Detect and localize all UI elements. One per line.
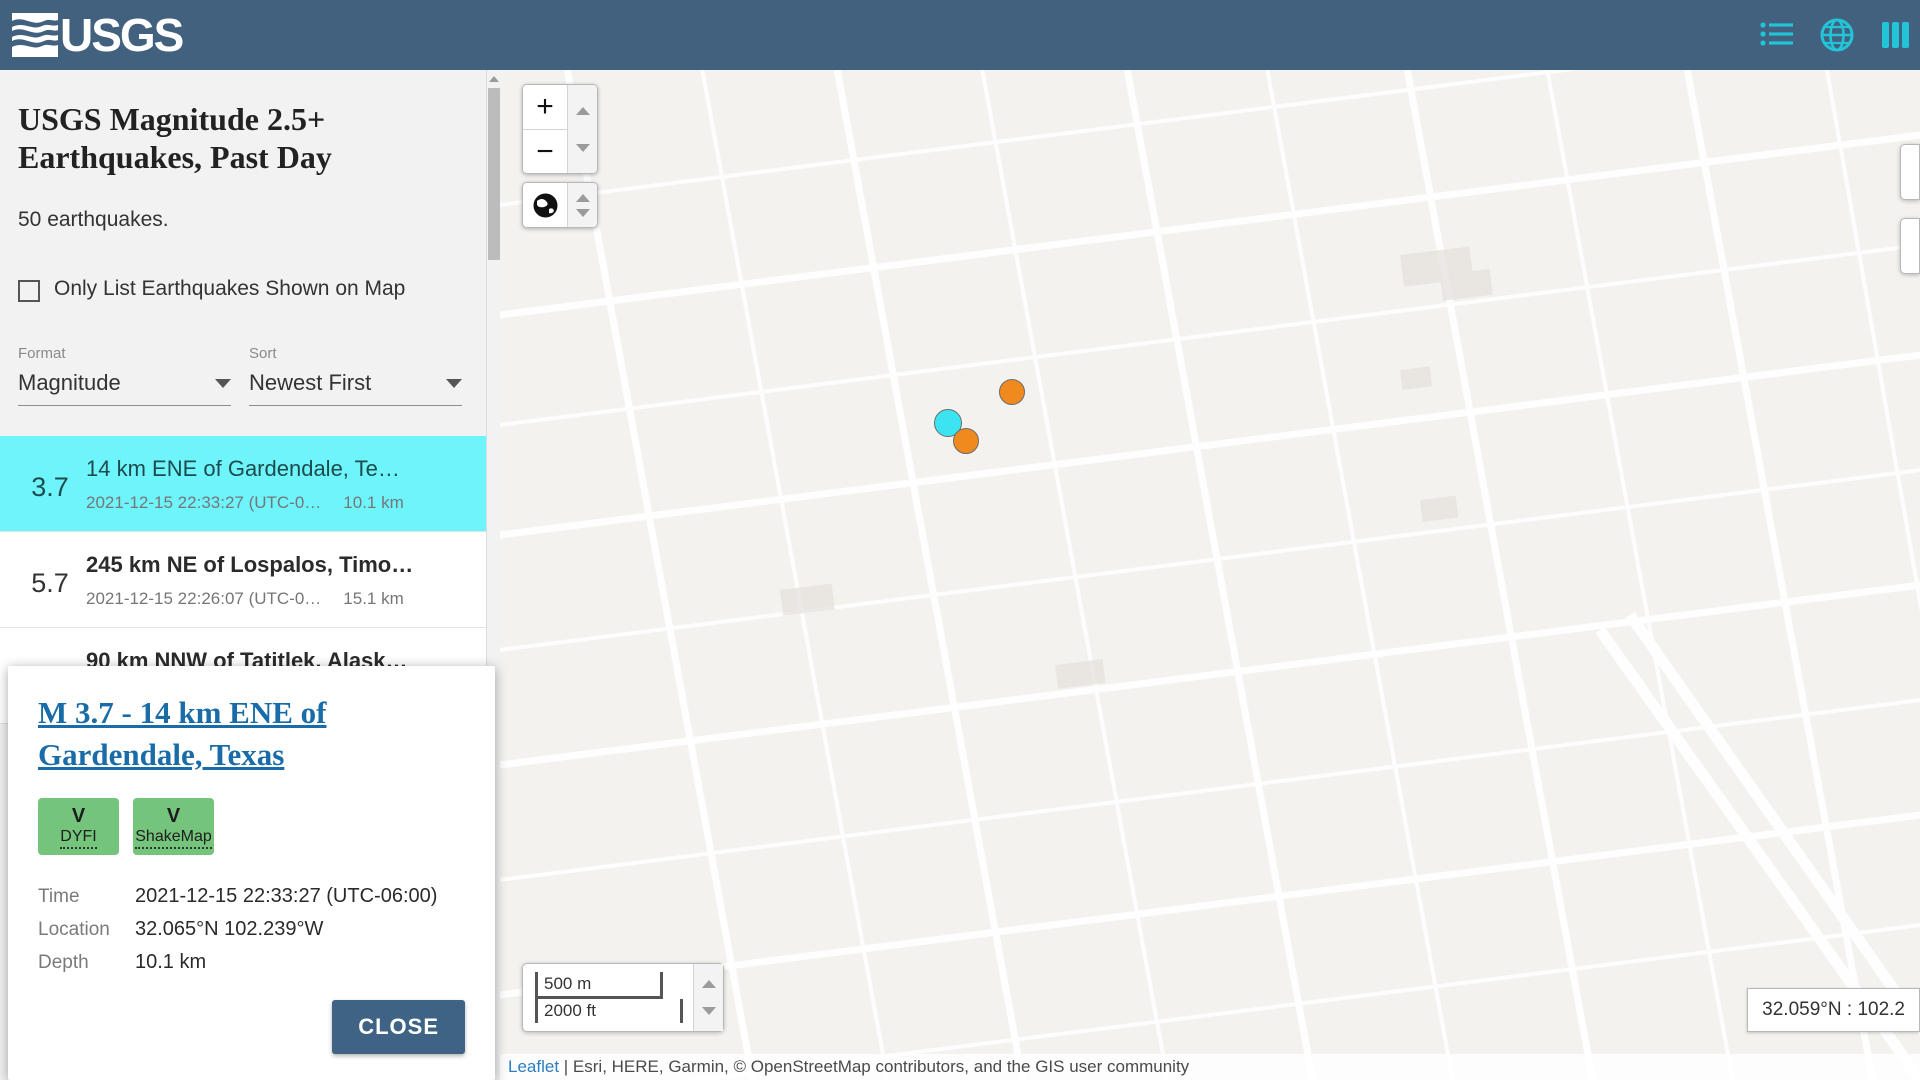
map-scale-control: 500 m 2000 ft [522,963,724,1032]
depth-value: 10.1 km [135,951,207,973]
quake-marker-orange-1[interactable] [999,379,1025,405]
map-attribution: Leaflet | Esri, HERE, Garmin, © OpenStre… [500,1054,1920,1080]
chevron-down-icon [446,378,462,388]
table-row[interactable]: 3.7 14 km ENE of Gardendale, Te… 2021-12… [0,436,498,532]
format-value: Magnitude [18,370,121,395]
only-list-shown-checkbox[interactable] [18,280,40,302]
usgs-wordmark: USGS [60,9,184,61]
only-list-shown-row[interactable]: Only List Earthquakes Shown on Map [0,232,498,303]
header-actions [1760,18,1920,52]
earthquake-detail-popup: M 3.7 - 14 km ENE of Gardendale, Texas V… [8,666,495,1080]
magnitude-value: 5.7 [31,568,69,598]
popup-title-link[interactable]: M 3.7 - 14 km ENE of Gardendale, Texas [38,692,465,776]
place-label: 14 km ENE of Gardendale, Te… [86,456,400,481]
table-row[interactable]: 5.7 245 km NE of Lospalos, Timo… 2021-12… [0,532,498,628]
spinner-up-icon[interactable] [575,106,590,115]
location-key: Location [38,919,110,940]
detail-row-location: Location 32.065°N 102.239°W [38,918,465,941]
map-basemap-control [522,182,598,228]
chevron-up-icon [489,76,499,82]
time-label: 2021-12-15 22:26:07 (UTC-0… [86,589,322,608]
spinner-up-icon[interactable] [701,980,716,989]
settings-icon[interactable] [1880,18,1910,52]
usgs-logo[interactable]: USGS [12,9,184,61]
dyfi-intensity: V [71,804,86,827]
leaflet-map[interactable]: + − 500 m 2000 ft 32.059°N: 102.2 Leafl… [500,70,1920,1080]
zoom-spinner [567,85,597,173]
scrollbar-thumb[interactable] [488,88,500,260]
format-select[interactable]: Magnitude [18,370,231,406]
scale-metric: 500 m [535,972,663,999]
location-value: 32.065°N 102.239°W [135,918,324,940]
popup-badges: V DYFI V ShakeMap [38,798,465,855]
only-list-shown-label: Only List Earthquakes Shown on Map [54,277,406,300]
depth-label: 10.1 km [343,493,404,512]
attribution-text: | Esri, HERE, Garmin, © OpenStreetMap co… [563,1057,1190,1076]
sort-value: Newest First [249,370,372,395]
place-label: 245 km NE of Lospalos, Timo… [86,552,414,577]
detail-row-depth: Depth 10.1 km [38,951,465,974]
list-icon[interactable] [1760,22,1794,48]
usgs-earthquake-map-app: USGS USGS Magnitude 2.5+ Earthquakes, Pa… [0,0,1920,1080]
list-controls: Format Magnitude Sort Newest First [0,303,498,406]
spinner-down-icon[interactable] [701,1006,716,1015]
map-roads-layer [500,70,1920,1080]
close-button[interactable]: CLOSE [332,1000,465,1054]
scrollbar-up-arrow[interactable] [487,72,501,86]
magnitude-value: 3.7 [31,472,69,502]
map-zoom-control: + − [522,84,598,174]
time-value: 2021-12-15 22:33:27 (UTC-06:00) [135,885,438,907]
time-label: 2021-12-15 22:33:27 (UTC-0… [86,493,322,512]
usgs-wave-icon [12,13,58,57]
map-coordinates-readout: 32.059°N : 102.2 [1747,988,1920,1032]
spinner-down-icon[interactable] [575,208,590,217]
spinner-down-icon[interactable] [575,143,590,152]
format-label: Format [18,345,66,362]
popup-detail-table: Time 2021-12-15 22:33:27 (UTC-06:00) Loc… [38,885,465,974]
basemap-spinner [567,183,597,227]
leaflet-link[interactable]: Leaflet [508,1057,559,1076]
chevron-down-icon [215,378,231,388]
shakemap-intensity: V [166,804,181,827]
sort-select[interactable]: Newest First [249,370,462,406]
detail-row-time: Time 2021-12-15 22:33:27 (UTC-06:00) [38,885,465,908]
format-select-group: Format Magnitude [18,345,231,406]
zoom-out-button[interactable]: − [523,129,567,173]
time-key: Time [38,886,80,907]
earthquake-count: 50 earthquakes. [18,208,169,231]
spinner-up-icon[interactable] [575,193,590,202]
quake-marker-orange-2[interactable] [953,428,979,454]
globe-icon[interactable] [523,183,567,227]
dyfi-label: DYFI [60,827,97,849]
right-edge-control-2[interactable] [1900,218,1920,274]
shakemap-badge[interactable]: V ShakeMap [133,798,214,855]
sort-select-group: Sort Newest First [249,345,462,406]
depth-label: 15.1 km [343,589,404,608]
globe-icon[interactable] [1820,18,1854,52]
depth-key: Depth [38,952,89,973]
app-header: USGS [0,0,1920,70]
right-edge-control-1[interactable] [1900,144,1920,200]
scale-spinner [693,964,723,1031]
shakemap-label: ShakeMap [135,827,212,849]
sort-label: Sort [249,345,277,362]
dyfi-badge[interactable]: V DYFI [38,798,119,855]
zoom-in-button[interactable]: + [523,85,567,129]
page-title: USGS Magnitude 2.5+ Earthquakes, Past Da… [18,101,332,175]
scale-imperial: 2000 ft [535,999,683,1023]
